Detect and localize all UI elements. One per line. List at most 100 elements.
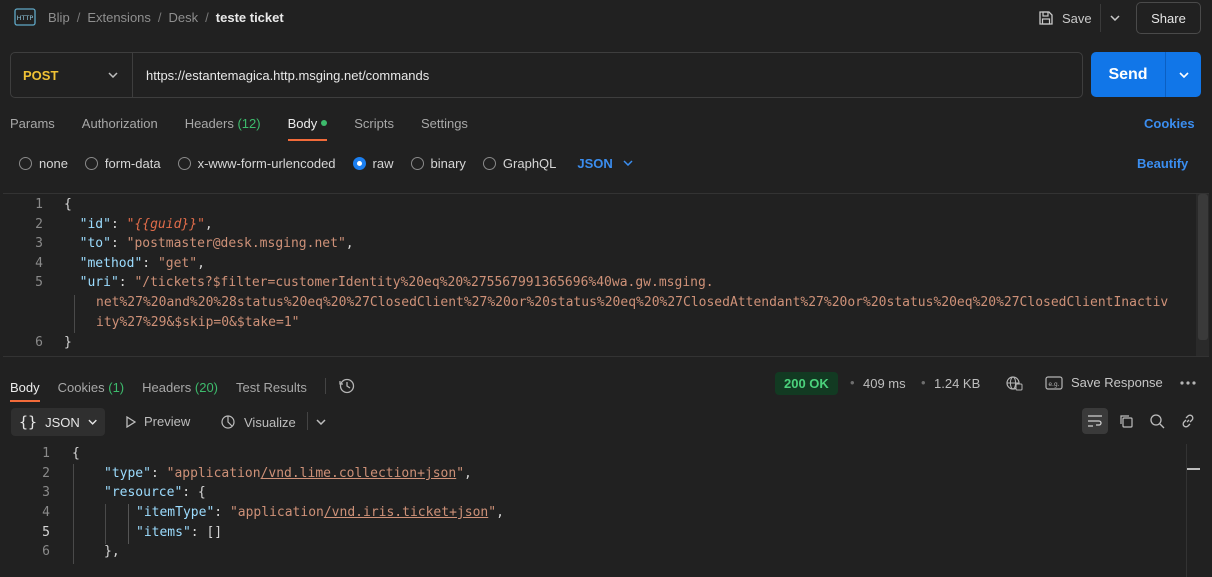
visualize-icon bbox=[221, 415, 235, 429]
method-select[interactable]: POST bbox=[11, 53, 133, 97]
code-line: "resource": { bbox=[104, 485, 206, 500]
line-number: 5 bbox=[35, 275, 43, 290]
cookies-link[interactable]: Cookies bbox=[1144, 116, 1195, 131]
wrap-lines-button[interactable] bbox=[1082, 408, 1108, 434]
chevron-down-icon[interactable] bbox=[316, 419, 326, 425]
radio-graphql[interactable] bbox=[482, 156, 496, 170]
radio-urlencoded[interactable] bbox=[177, 156, 191, 170]
copy-icon bbox=[1120, 415, 1133, 428]
code-line: net%27%20and%20%28status%20eq%20%27Close… bbox=[96, 295, 1169, 310]
body-type-selector: none form-data x-www-form-urlencoded raw… bbox=[19, 155, 633, 171]
save-button[interactable]: Save bbox=[1032, 4, 1098, 32]
tab-body[interactable]: Body bbox=[287, 114, 328, 142]
braces-icon: {} bbox=[19, 413, 38, 431]
tab-scripts[interactable]: Scripts bbox=[354, 114, 394, 142]
link-button[interactable] bbox=[1175, 408, 1201, 434]
more-options-icon[interactable] bbox=[1180, 381, 1196, 385]
code-line: "uri": "/tickets?$filter=customerIdentit… bbox=[79, 275, 714, 290]
visualize-button[interactable]: Visualize bbox=[220, 414, 296, 430]
response-body-viewer[interactable]: 1 2 3 4 5 6 { "type": "application/vnd.l… bbox=[0, 444, 1212, 577]
chevron-down-icon bbox=[623, 160, 633, 166]
request-name[interactable]: teste ticket bbox=[216, 10, 284, 25]
send-options-button[interactable] bbox=[1166, 52, 1201, 97]
tab-authorization[interactable]: Authorization bbox=[82, 114, 158, 142]
example-icon: e.g. bbox=[1045, 375, 1063, 390]
chevron-down-icon bbox=[108, 72, 118, 78]
line-number: 3 bbox=[42, 485, 50, 500]
save-label: Save bbox=[1062, 10, 1092, 26]
code-line: }, bbox=[104, 544, 120, 559]
line-number: 6 bbox=[42, 544, 50, 559]
save-options-button[interactable] bbox=[1100, 4, 1128, 32]
tab-params[interactable]: Params bbox=[10, 114, 55, 142]
radio-binary[interactable] bbox=[410, 156, 424, 170]
radio-none[interactable] bbox=[19, 156, 32, 170]
search-button[interactable] bbox=[1144, 408, 1170, 434]
code-line: "items": [] bbox=[136, 525, 223, 540]
body-type-none[interactable]: none bbox=[19, 156, 68, 171]
wrap-lines-icon bbox=[1088, 415, 1102, 427]
breadcrumb-collection[interactable]: Extensions bbox=[87, 10, 151, 25]
raw-format-select[interactable]: JSON bbox=[577, 156, 633, 171]
save-response-button[interactable]: e.g. Save Response bbox=[1045, 375, 1163, 390]
status-badge[interactable]: 200 OK bbox=[775, 372, 838, 395]
beautify-button[interactable]: Beautify bbox=[1137, 156, 1188, 171]
chevron-down-icon bbox=[1178, 71, 1189, 78]
link-icon bbox=[1182, 414, 1194, 428]
history-icon[interactable] bbox=[338, 377, 356, 395]
svg-text:e.g.: e.g. bbox=[1048, 381, 1059, 388]
code-line: { bbox=[64, 197, 72, 212]
line-number: 2 bbox=[35, 217, 43, 232]
body-type-binary[interactable]: binary bbox=[410, 156, 466, 171]
body-type-form-data[interactable]: form-data bbox=[84, 156, 161, 171]
editor-scrollbar-thumb[interactable] bbox=[1198, 194, 1208, 340]
body-type-raw[interactable]: raw bbox=[352, 156, 394, 171]
method-label: POST bbox=[23, 67, 59, 83]
tab-settings[interactable]: Settings bbox=[421, 114, 468, 142]
code-line: "to": "postmaster@desk.msging.net", bbox=[79, 236, 354, 251]
request-url-bar: POST bbox=[10, 52, 1083, 98]
breadcrumb: Blip / Extensions / Desk / teste ticket bbox=[48, 10, 284, 25]
tab-test-results[interactable]: Test Results bbox=[236, 378, 307, 395]
chevron-down-icon bbox=[88, 419, 97, 425]
code-line: "id": "{{guid}}", bbox=[79, 217, 213, 232]
send-button[interactable]: Send bbox=[1091, 66, 1165, 84]
response-scroll-marker bbox=[1186, 468, 1200, 470]
response-tabs: Body Cookies (1) Headers (20) Test Resul… bbox=[10, 375, 356, 402]
response-time[interactable]: 409 ms bbox=[863, 376, 906, 391]
radio-raw[interactable] bbox=[352, 156, 366, 170]
code-line: "type": "application/vnd.lime.collection… bbox=[104, 466, 472, 481]
line-number: 1 bbox=[35, 197, 43, 212]
tab-response-cookies[interactable]: Cookies (1) bbox=[58, 378, 124, 395]
headers-count: (12) bbox=[237, 116, 261, 131]
line-number: 4 bbox=[42, 505, 50, 520]
chevron-down-icon bbox=[1109, 15, 1120, 21]
search-icon bbox=[1150, 414, 1165, 429]
body-modified-dot bbox=[321, 120, 328, 126]
code-line: } bbox=[64, 335, 72, 350]
http-collection-icon: HTTP bbox=[14, 8, 36, 26]
tab-response-headers[interactable]: Headers (20) bbox=[142, 378, 218, 395]
line-number: 3 bbox=[35, 236, 43, 251]
app-header: HTTP Blip / Extensions / Desk / teste ti… bbox=[0, 0, 1212, 36]
svg-text:HTTP: HTTP bbox=[17, 14, 34, 22]
tab-response-body[interactable]: Body bbox=[10, 378, 40, 402]
url-input[interactable] bbox=[133, 53, 1082, 97]
preview-button[interactable]: Preview bbox=[126, 414, 190, 429]
send-button-group: Send bbox=[1091, 52, 1201, 97]
copy-button[interactable] bbox=[1113, 408, 1139, 434]
breadcrumb-workspace[interactable]: Blip bbox=[48, 10, 70, 25]
response-format-select[interactable]: {} JSON bbox=[11, 408, 105, 436]
play-icon bbox=[126, 415, 136, 428]
body-type-urlencoded[interactable]: x-www-form-urlencoded bbox=[177, 156, 336, 171]
code-line: "method": "get", bbox=[79, 256, 205, 271]
line-number: 4 bbox=[35, 256, 43, 271]
body-type-graphql[interactable]: GraphQL bbox=[482, 156, 556, 171]
tab-headers[interactable]: Headers (12) bbox=[185, 114, 261, 142]
breadcrumb-folder[interactable]: Desk bbox=[169, 10, 199, 25]
response-size[interactable]: 1.24 KB bbox=[934, 376, 980, 391]
radio-form-data[interactable] bbox=[84, 156, 98, 170]
request-body-editor[interactable]: 1 2 3 4 5 6 { "id": "{{guid}}", "to": "p… bbox=[3, 193, 1209, 357]
network-globe-icon[interactable] bbox=[1005, 374, 1023, 392]
share-button[interactable]: Share bbox=[1136, 2, 1201, 34]
